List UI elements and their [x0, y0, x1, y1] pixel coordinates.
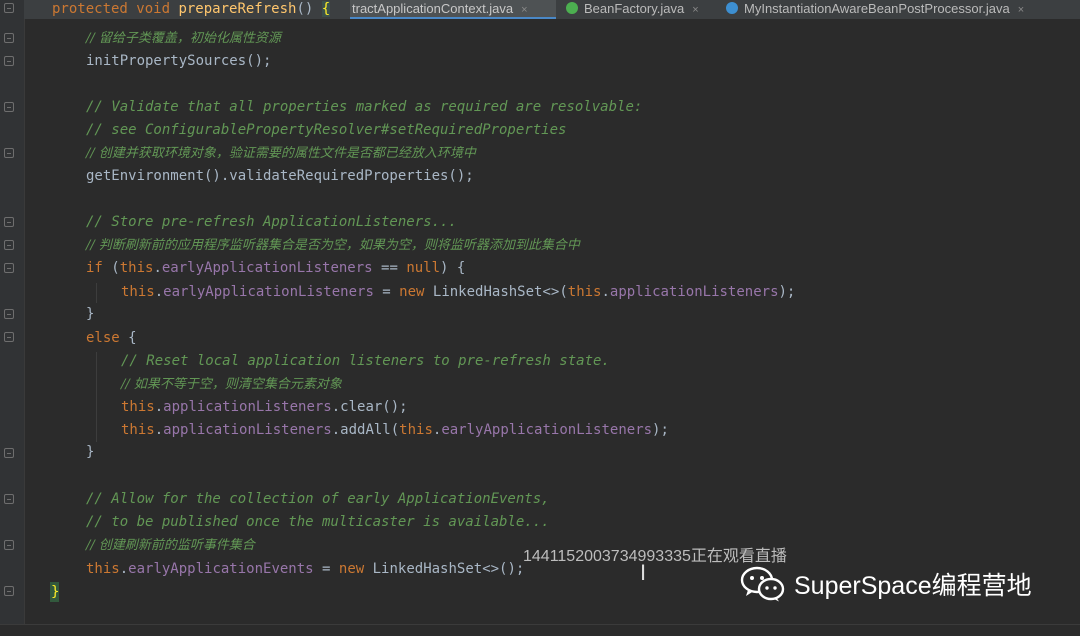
code-line[interactable]: // to be published once the multicaster …	[86, 513, 550, 531]
fold-icon[interactable]	[4, 494, 14, 504]
fold-icon[interactable]	[4, 309, 14, 319]
editor-tab-bar: protected void prepareRefresh() { tractA…	[24, 0, 1080, 19]
fold-icon[interactable]	[4, 33, 14, 43]
tab-bean-factory[interactable]: BeanFactory.java ×	[566, 0, 699, 19]
editor-gutter	[0, 0, 25, 635]
live-viewer-count: 1441152003734993335正在观看直播	[523, 548, 787, 565]
code-line[interactable]: // 创建刷新前的监听事件集合	[86, 536, 255, 555]
text-cursor-icon: I	[640, 560, 647, 585]
bottom-edge	[0, 624, 1080, 636]
wechat-icon	[740, 566, 785, 602]
code-line[interactable]: // Store pre-refresh ApplicationListener…	[86, 213, 457, 231]
code-line[interactable]: this.earlyApplicationEvents = new Linked…	[86, 560, 524, 578]
fold-icon[interactable]	[4, 240, 14, 250]
indent-guide	[96, 283, 97, 303]
code-line[interactable]: initPropertySources();	[86, 52, 271, 70]
tab-my-instantiation-processor[interactable]: MyInstantiationAwareBeanPostProcessor.ja…	[726, 0, 1024, 19]
fold-icon[interactable]	[4, 3, 14, 13]
code-line[interactable]: getEnvironment().validateRequiredPropert…	[86, 167, 474, 185]
code-line[interactable]: }	[86, 305, 94, 323]
fold-icon[interactable]	[4, 448, 14, 458]
fold-icon[interactable]	[4, 56, 14, 66]
watermark: SuperSpace编程营地	[740, 565, 1032, 603]
fold-icon[interactable]	[4, 540, 14, 550]
tab-abstract-application-context[interactable]: tractApplicationContext.java ×	[350, 0, 556, 19]
method-signature: protected void prepareRefresh() {	[52, 1, 331, 17]
watermark-text: SuperSpace编程营地	[794, 572, 1032, 600]
code-line[interactable]: // 如果不等于空，则清空集合元素对象	[121, 375, 342, 394]
code-line[interactable]: // Allow for the collection of early App…	[86, 490, 550, 508]
code-line[interactable]: this.applicationListeners.clear();	[121, 398, 408, 416]
fold-icon[interactable]	[4, 217, 14, 227]
close-icon[interactable]: ×	[521, 4, 527, 16]
code-line[interactable]: // Reset local application listeners to …	[121, 352, 610, 370]
fold-icon[interactable]	[4, 332, 14, 342]
code-line[interactable]: this.earlyApplicationListeners = new Lin…	[121, 283, 795, 301]
code-line[interactable]: // 创建并获取环境对象，验证需要的属性文件是否都已经放入环境中	[86, 144, 476, 163]
code-line[interactable]: else {	[86, 329, 137, 347]
indent-guide	[96, 352, 97, 442]
code-line[interactable]: if (this.earlyApplicationListeners == nu…	[86, 259, 465, 277]
code-line[interactable]: this.applicationListeners.addAll(this.ea…	[121, 421, 669, 439]
code-line[interactable]: // Validate that all properties marked a…	[86, 98, 642, 116]
class-icon	[726, 2, 738, 14]
closing-brace[interactable]: }	[51, 583, 59, 601]
code-line[interactable]: // see ConfigurablePropertyResolver#setR…	[86, 121, 566, 139]
code-line[interactable]: // 留给子类覆盖，初始化属性资源	[86, 29, 281, 48]
fold-icon[interactable]	[4, 148, 14, 158]
interface-icon	[566, 2, 578, 14]
code-line[interactable]: }	[86, 443, 94, 461]
code-line[interactable]: // 判断刷新前的应用程序监听器集合是否为空，如果为空，则将监听器添加到此集合中	[86, 236, 580, 255]
fold-icon[interactable]	[4, 263, 14, 273]
close-icon[interactable]: ×	[1018, 4, 1024, 16]
fold-icon[interactable]	[4, 102, 14, 112]
close-icon[interactable]: ×	[692, 4, 698, 16]
fold-icon[interactable]	[4, 586, 14, 596]
